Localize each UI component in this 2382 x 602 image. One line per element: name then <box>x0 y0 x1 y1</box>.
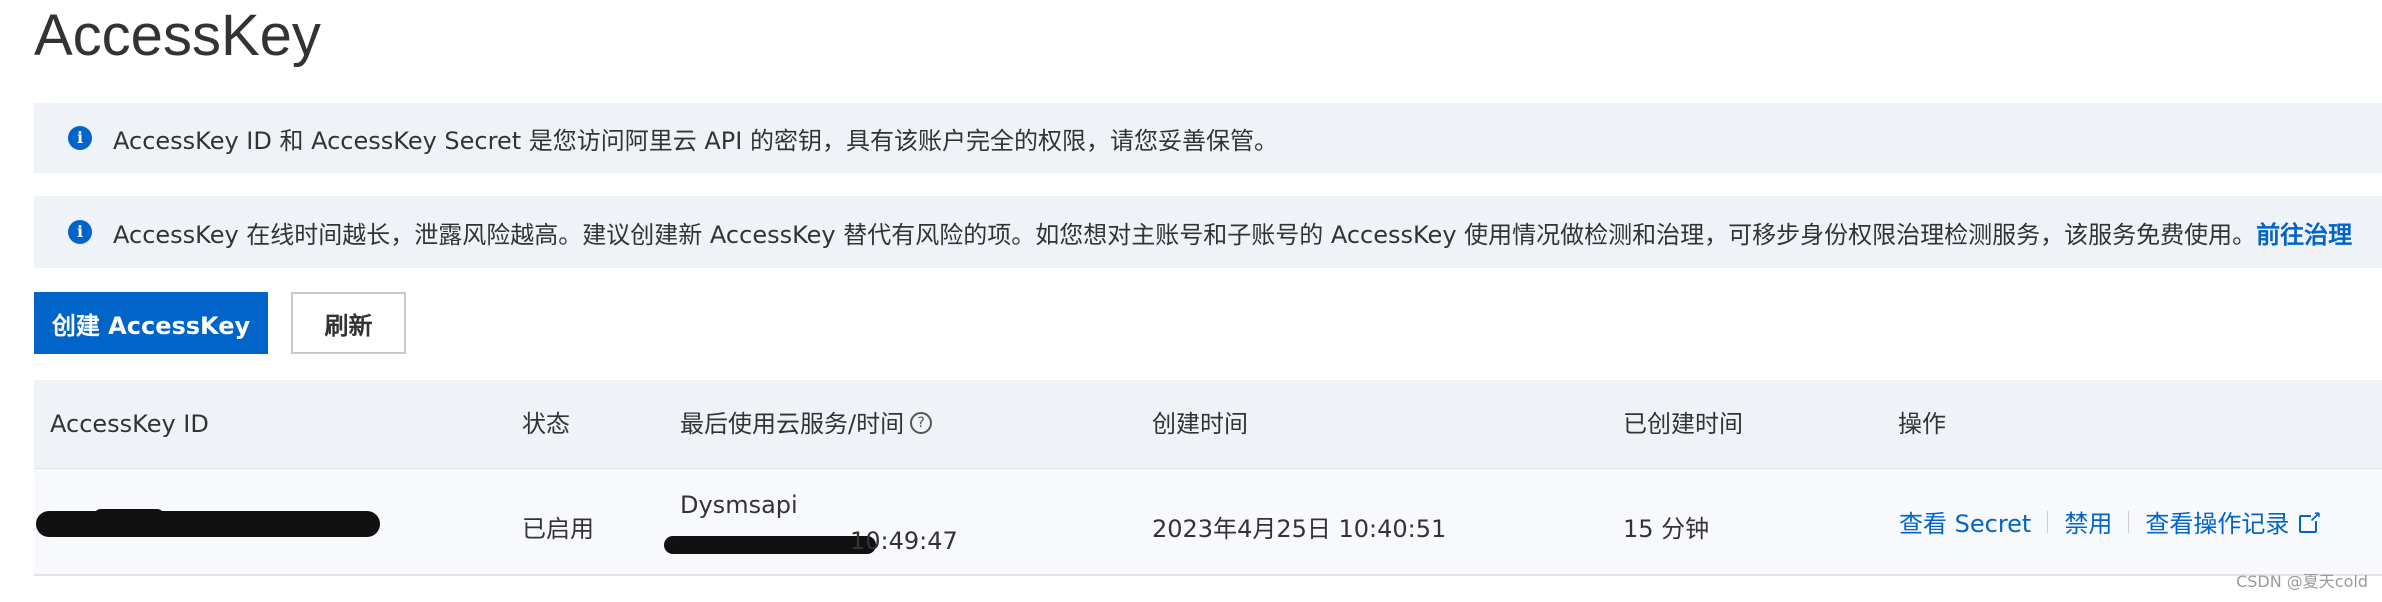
redacted-last-used-date <box>664 536 876 554</box>
header-created: 创建时间 <box>1152 410 1248 438</box>
info-icon: i <box>68 126 92 150</box>
header-last-used-label: 最后使用云服务/时间 <box>680 410 905 438</box>
row-last-time: 10:49:47 <box>850 527 958 555</box>
security-notice-text: AccessKey ID 和 AccessKey Secret 是您访问阿里云 … <box>113 126 1278 155</box>
redaction-mark <box>94 509 164 523</box>
header-last-used: 最后使用云服务/时间? <box>680 380 933 468</box>
view-logs-label: 查看操作记录 <box>2145 510 2290 538</box>
table-row: 已启用 Dysmsapi 10:49:47 2023年4月25日 10:40:5… <box>34 469 2382 576</box>
header-accesskey-id: AccessKey ID <box>50 410 209 438</box>
security-notice: i AccessKey ID 和 AccessKey Secret 是您访问阿里… <box>34 103 2382 173</box>
view-secret-link[interactable]: 查看 Secret <box>1899 504 2031 539</box>
header-status: 状态 <box>522 410 570 438</box>
external-link-icon: ↗ <box>2299 510 2321 533</box>
info-icon: i <box>68 220 92 244</box>
view-logs-link[interactable]: 查看操作记录 ↗ <box>2145 504 2321 539</box>
row-actions: 查看 Secret 禁用 查看操作记录 ↗ <box>1899 469 2321 574</box>
refresh-button[interactable]: 刷新 <box>291 292 406 354</box>
row-age: 15 分钟 <box>1623 515 1710 543</box>
create-accesskey-button[interactable]: 创建 AccessKey <box>34 292 268 354</box>
risk-notice: i AccessKey 在线时间越长，泄露风险越高。建议创建新 AccessKe… <box>34 196 2382 268</box>
page-title: AccessKey <box>34 3 321 68</box>
accesskey-table: AccessKey ID 状态 最后使用云服务/时间? 创建时间 已创建时间 操… <box>34 380 2382 576</box>
disable-link[interactable]: 禁用 <box>2064 504 2112 539</box>
table-header: AccessKey ID 状态 最后使用云服务/时间? 创建时间 已创建时间 操… <box>34 380 2382 469</box>
govern-link[interactable]: 前往治理 <box>2256 215 2352 250</box>
page: AccessKey i AccessKey ID 和 AccessKey Sec… <box>0 0 2382 602</box>
row-last-service: Dysmsapi <box>680 491 798 519</box>
redacted-accesskey-id <box>36 511 380 537</box>
header-age: 已创建时间 <box>1623 410 1743 438</box>
question-circle-icon[interactable]: ? <box>910 412 933 434</box>
row-status: 已启用 <box>522 515 594 543</box>
risk-notice-text: AccessKey 在线时间越长，泄露风险越高。建议创建新 AccessKey … <box>113 220 2257 249</box>
watermark: CSDN @夏天cold <box>2236 572 2368 591</box>
divider <box>2047 510 2049 533</box>
row-created: 2023年4月25日 10:40:51 <box>1152 515 1447 543</box>
divider <box>2128 510 2130 533</box>
header-actions: 操作 <box>1898 410 1946 438</box>
